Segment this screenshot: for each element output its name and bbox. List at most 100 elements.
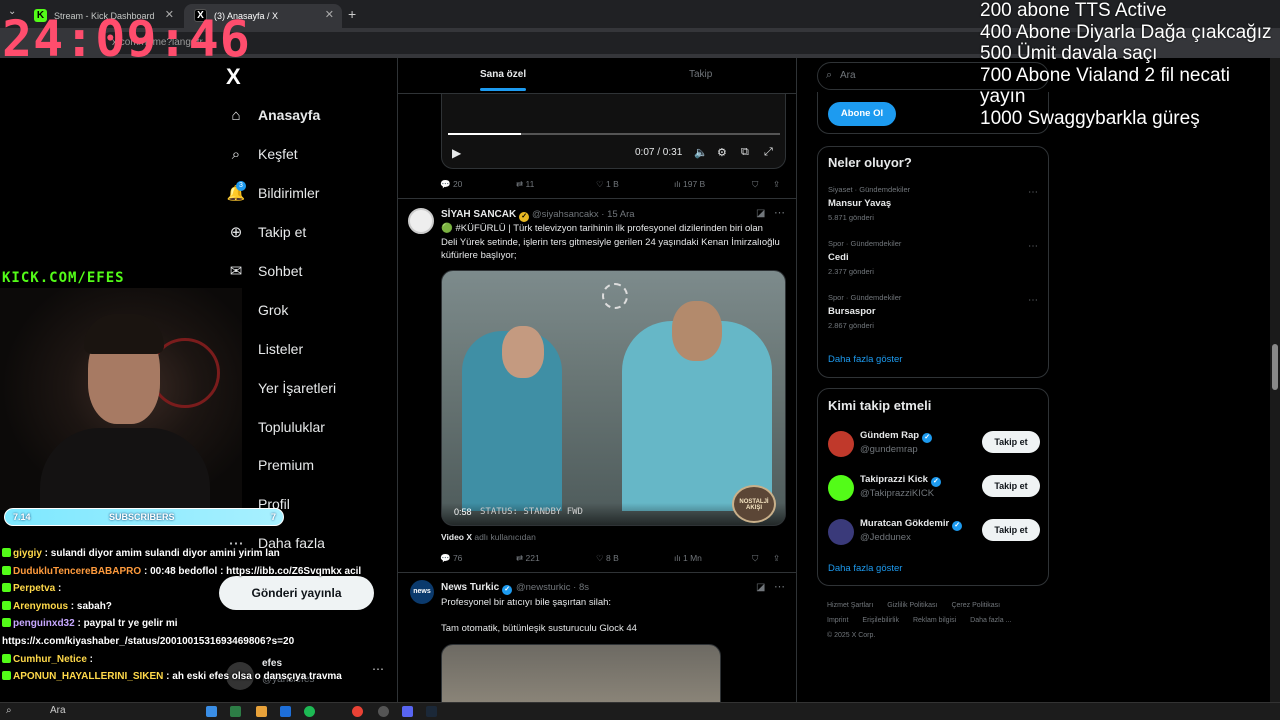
tab-for-you[interactable]: Sana özel — [480, 69, 526, 91]
video-player[interactable]: ▶ 0:07 / 0:31 🔈 ⚙ ⧉ ⤢ — [441, 94, 786, 169]
like-button[interactable]: ♡ 8 B — [596, 553, 619, 564]
bookmark-icon[interactable]: ⛉ — [752, 553, 758, 564]
outlook-icon[interactable] — [280, 706, 291, 717]
fullscreen-icon[interactable]: ⤢ — [764, 146, 773, 159]
footer-link[interactable]: Reklam bilgisi — [913, 613, 956, 628]
settings-icon[interactable]: ⚙ — [717, 146, 727, 159]
trend-count: 2.867 gönderi — [828, 321, 874, 330]
spotify-icon[interactable] — [304, 706, 315, 717]
more-icon[interactable]: ⋯ — [1028, 241, 1038, 252]
share-icon[interactable]: ⇪ — [773, 179, 780, 190]
tab-following[interactable]: Takip — [689, 69, 712, 80]
footer-link[interactable]: Gizlilik Politikası — [887, 598, 937, 613]
trend-name[interactable]: Mansur Yavaş — [828, 198, 891, 209]
views-button[interactable]: ılı 197 B — [674, 179, 705, 189]
bookmark-icon[interactable]: ⛉ — [752, 179, 758, 190]
trends-show-more[interactable]: Daha fazla göster — [828, 354, 902, 365]
author-handle[interactable]: @siyahsancakx — [532, 209, 599, 220]
retweet-button[interactable]: ⇄ 221 — [516, 553, 540, 564]
avatar[interactable]: news — [410, 580, 434, 604]
footer-link[interactable]: Erişilebilirlik — [862, 613, 899, 628]
windows-taskbar: ⌕ Ara — [0, 702, 1280, 720]
chrome-icon[interactable] — [352, 706, 363, 717]
nav-item-sohbet[interactable]: ✉ Sohbet — [226, 258, 303, 284]
app-icon[interactable] — [230, 706, 241, 717]
tweet-video[interactable]: 0:58 STATUS: STANDBY FWD NOSTALJİ AKIŞI — [441, 270, 786, 526]
nav-item-keşfet[interactable]: ⌕ Keşfet — [226, 141, 298, 167]
new-tab-icon[interactable]: + — [348, 6, 356, 22]
chat-badge-icon — [2, 618, 11, 628]
follow-suggestion[interactable]: Muratcan Gökdemir ✓ @Jeddunex Takip et — [828, 517, 1040, 551]
avatar[interactable] — [828, 519, 854, 545]
divider — [398, 572, 796, 573]
windows-icon[interactable] — [206, 706, 217, 717]
chat-badge-icon — [2, 600, 11, 610]
tweet-author-name[interactable]: News Turkic ✓ — [441, 582, 513, 595]
discord-icon[interactable] — [402, 706, 413, 717]
like-button[interactable]: ♡ 1 B — [596, 179, 619, 190]
chat-message: Cumhur_Netice : — [2, 651, 372, 669]
grok-icon[interactable]: ◪ — [756, 582, 765, 593]
follow-button[interactable]: Takip et — [982, 475, 1040, 497]
video-progress-track[interactable] — [448, 133, 780, 135]
nav-item-yer-i-şaretleri[interactable]: ⛉Yer İşaretleri — [226, 375, 336, 401]
steam-icon[interactable] — [426, 706, 437, 717]
follow-suggestion[interactable]: Takiprazzi Kick ✓ @TakiprazziKICK Takip et — [828, 473, 1040, 507]
pip-icon[interactable]: ⧉ — [741, 146, 749, 159]
volume-icon[interactable]: 🔈 — [694, 146, 708, 159]
tweet-image[interactable] — [441, 644, 721, 704]
more-icon[interactable]: ⋯ — [1028, 187, 1038, 198]
nav-item-takip-et[interactable]: ⊕ Takip et — [226, 219, 307, 245]
trend-name[interactable]: Bursaspor — [828, 306, 876, 317]
follow-suggestion[interactable]: Gündem Rap ✓ @gundemrap Takip et — [828, 429, 1040, 463]
follow-name[interactable]: Gündem Rap ✓ — [860, 430, 933, 443]
follow-name-text: Gündem Rap — [860, 430, 920, 441]
footer-link[interactable]: Daha fazla ... — [970, 613, 1011, 628]
follow-show-more[interactable]: Daha fazla göster — [828, 563, 902, 574]
tweet-date[interactable]: 15 Ara — [607, 209, 634, 220]
avatar[interactable] — [408, 208, 434, 234]
play-icon[interactable]: ▶ — [452, 146, 461, 160]
retweet-button[interactable]: ⇄ 11 — [516, 179, 534, 190]
nav-item-anasayfa[interactable]: ⌂ Anasayfa — [226, 102, 320, 128]
footer-link[interactable]: Çerez Politikası — [951, 598, 1000, 613]
grok-icon[interactable]: ◪ — [756, 208, 765, 219]
page-scrollbar[interactable] — [1270, 58, 1280, 703]
views-button[interactable]: ılı 1 Mn — [674, 553, 702, 563]
sub-goal-line: 500 Ümit davala saçı — [980, 43, 1158, 64]
share-icon[interactable]: ⇪ — [773, 553, 780, 564]
obs-icon[interactable] — [378, 706, 389, 717]
author-handle[interactable]: @newsturkic — [516, 582, 571, 593]
more-icon[interactable]: ⋯ — [372, 662, 384, 676]
follow-button[interactable]: Takip et — [982, 519, 1040, 541]
chat-text: ah eski efes olsa o dansçıya travma — [172, 671, 342, 683]
source-name[interactable]: Video X — [441, 532, 472, 542]
footer-link[interactable]: Imprint — [827, 613, 848, 628]
explorer-icon[interactable] — [256, 706, 267, 717]
tweet-text: Tam otomatik, bütünleşik susturuculu Glo… — [441, 623, 637, 634]
taskbar-search[interactable]: Ara — [50, 705, 66, 716]
nav-item-bildirimler[interactable]: 🔔 3 Bildirimler — [226, 180, 319, 206]
footer-link[interactable]: Hizmet Şartları — [827, 598, 873, 613]
more-icon[interactable]: ⋯ — [774, 580, 785, 593]
subscribe-button[interactable]: Abone Ol — [828, 102, 896, 126]
more-icon[interactable]: ⋯ — [774, 206, 785, 219]
avatar[interactable] — [828, 431, 854, 457]
close-icon[interactable]: ✕ — [325, 8, 334, 21]
more-icon[interactable]: ⋯ — [1028, 295, 1038, 306]
tweet-author-name[interactable]: SİYAH SANCAK ✓ — [441, 209, 530, 222]
follow-name[interactable]: Muratcan Gökdemir ✓ — [860, 518, 963, 531]
sub-goal-line: 400 Abone Diyarla Dağa çıakcağız — [980, 21, 1272, 43]
follow-name[interactable]: Takiprazzi Kick ✓ — [860, 474, 941, 487]
reply-button[interactable]: 💬 20 — [440, 179, 462, 190]
avatar[interactable] — [828, 475, 854, 501]
scrollbar-thumb[interactable] — [1272, 344, 1278, 390]
tweet-date[interactable]: 8s — [579, 582, 589, 593]
search-icon[interactable]: ⌕ — [6, 705, 12, 716]
footer-link[interactable]: © 2025 X Corp. — [827, 628, 875, 643]
reply-button[interactable]: 💬 76 — [440, 553, 462, 564]
nav-label: Topluluklar — [258, 419, 325, 435]
follow-button[interactable]: Takip et — [982, 431, 1040, 453]
chat-badge-icon — [2, 583, 11, 593]
trend-name[interactable]: Cedi — [828, 252, 849, 263]
